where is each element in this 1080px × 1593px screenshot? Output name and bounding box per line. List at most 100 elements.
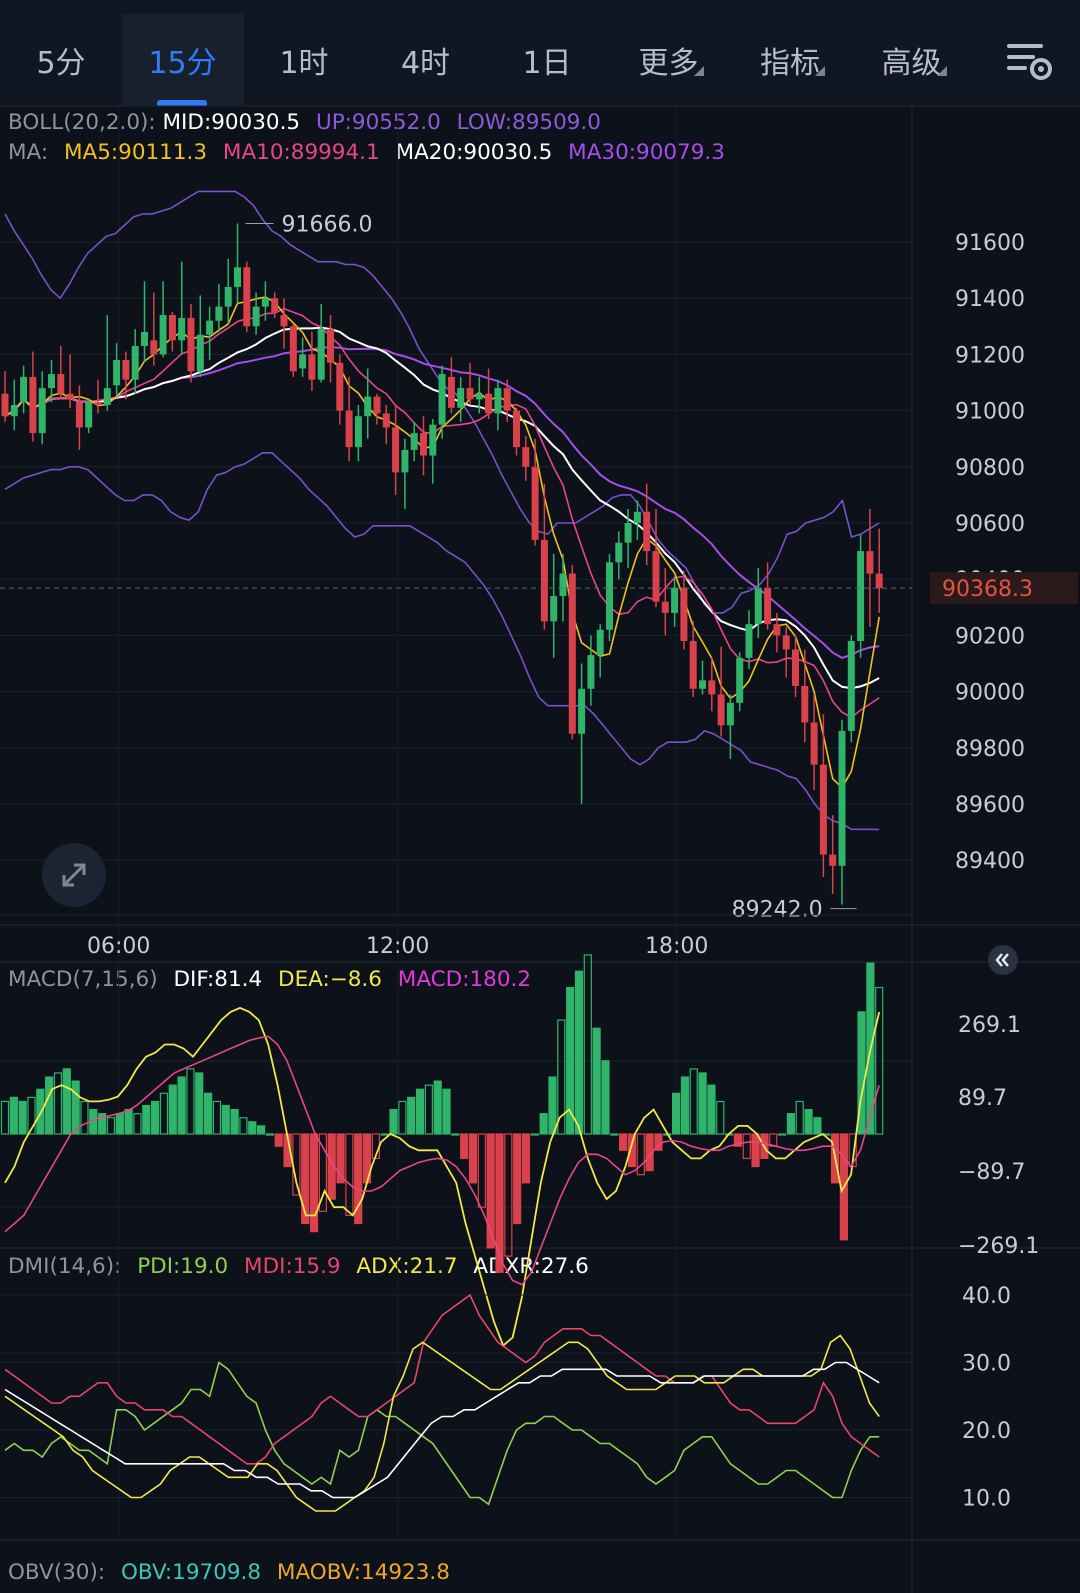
macd-histogram-bar	[592, 1027, 601, 1135]
candle-body	[429, 424, 437, 456]
macd-histogram-bar	[442, 1088, 451, 1135]
dmi-pdi-line	[4, 1361, 880, 1506]
macd-histogram-bar	[345, 1133, 354, 1216]
candle-body	[113, 360, 121, 386]
candle-body	[829, 854, 837, 866]
macd-histogram-bar	[389, 1108, 398, 1135]
kline-chart[interactable]: 9160091400912009100090800906009040090200…	[0, 0, 1080, 1593]
macd-histogram-bar	[680, 1076, 690, 1135]
candle-body	[745, 624, 753, 658]
candle-body	[308, 354, 316, 380]
macd-histogram-bar	[468, 1133, 478, 1184]
candle-body	[540, 539, 548, 622]
candle-body	[122, 360, 130, 380]
candle-body	[438, 374, 446, 425]
price-tick-label: 91600	[955, 231, 1025, 256]
macd-histogram-bar	[36, 1088, 45, 1135]
macd-histogram-bar	[115, 1113, 124, 1135]
candle-body	[466, 388, 474, 400]
macd-histogram-bar	[424, 1084, 433, 1135]
macd-histogram-bar	[71, 1080, 80, 1135]
candle-body	[652, 551, 660, 602]
candle-body	[847, 641, 855, 731]
candle-body	[819, 764, 827, 855]
candle-body	[94, 402, 102, 405]
candle-body	[633, 511, 641, 523]
collapse-axis-button[interactable]	[988, 945, 1018, 975]
candle-body	[168, 315, 176, 341]
dmi-tick-label: 40.0	[962, 1284, 1011, 1309]
candle-body	[85, 402, 93, 428]
candle-body	[57, 374, 65, 394]
candle-body	[261, 298, 269, 307]
candle-body	[1, 393, 9, 417]
macd-histogram-bar	[672, 1092, 681, 1135]
candle-body	[299, 354, 307, 369]
expand-chart-button[interactable]	[42, 843, 106, 907]
candle-body	[782, 635, 790, 650]
dmi-tick-label: 20.0	[962, 1419, 1011, 1444]
candle-body	[578, 688, 586, 734]
macd-histogram-bar	[124, 1108, 133, 1135]
macd-histogram-bar	[309, 1133, 319, 1233]
candle-body	[671, 587, 679, 613]
macd-histogram-bar	[813, 1117, 822, 1135]
candle-body	[75, 402, 83, 428]
macd-histogram-bar	[53, 1072, 63, 1135]
macd-tick-label: 89.7	[958, 1086, 1007, 1111]
macd-dea-line	[4, 1035, 880, 1286]
macd-histogram-bar	[451, 1133, 460, 1136]
macd-histogram-bar	[433, 1080, 442, 1135]
high-price-label: 91666.0	[282, 212, 373, 237]
macd-histogram-bar	[460, 1133, 469, 1160]
candle-body	[354, 416, 362, 448]
macd-histogram-bar	[795, 1100, 804, 1135]
candle-body	[708, 680, 716, 695]
candle-body	[680, 587, 688, 642]
macd-histogram-bar	[177, 1076, 186, 1135]
macd-histogram-bar	[62, 1068, 71, 1135]
macd-histogram-bar	[168, 1084, 177, 1135]
candle-body	[475, 393, 483, 400]
macd-histogram-bar	[539, 1113, 548, 1135]
price-tick-label: 89800	[955, 737, 1025, 762]
macd-histogram-bar	[548, 1076, 557, 1135]
macd-histogram-bar	[0, 1100, 10, 1135]
candle-body	[606, 562, 613, 630]
candle-body	[624, 523, 632, 543]
candle-body	[754, 587, 762, 625]
macd-histogram-bar	[106, 1117, 116, 1135]
candle-body	[661, 601, 669, 613]
candle-body	[838, 730, 846, 866]
dmi-adx-line	[4, 1334, 880, 1512]
candle-body	[568, 573, 576, 734]
candle-body	[615, 542, 623, 563]
candle-body	[494, 388, 502, 414]
candle-body	[410, 433, 418, 450]
macd-histogram-bar	[301, 1133, 310, 1225]
low-price-label: 89242.0	[732, 898, 823, 923]
price-tick-label: 90200	[955, 624, 1025, 649]
macd-histogram-bar	[18, 1100, 27, 1135]
macd-histogram-bar	[742, 1133, 751, 1160]
time-tick-label: 06:00	[87, 934, 150, 959]
candle-body	[141, 331, 148, 346]
candle-body	[196, 334, 204, 372]
macd-histogram-bar	[380, 1133, 389, 1136]
candle-body	[875, 573, 883, 589]
macd-histogram-bar	[151, 1100, 160, 1135]
macd-histogram-bar	[716, 1100, 725, 1135]
macd-histogram-bar	[230, 1108, 239, 1135]
candle-body	[243, 267, 251, 327]
candle-body	[485, 393, 493, 414]
macd-histogram-bar	[407, 1096, 416, 1135]
dmi-mdi-line	[4, 1293, 880, 1465]
candle-body	[503, 388, 511, 411]
candle-body	[401, 449, 409, 473]
chevron-left-double-icon	[995, 953, 1009, 967]
candle-body	[271, 298, 279, 313]
candle-body	[382, 413, 390, 428]
candle-body	[289, 326, 297, 372]
macd-histogram-bar	[689, 1068, 698, 1135]
candle-body	[150, 340, 158, 355]
